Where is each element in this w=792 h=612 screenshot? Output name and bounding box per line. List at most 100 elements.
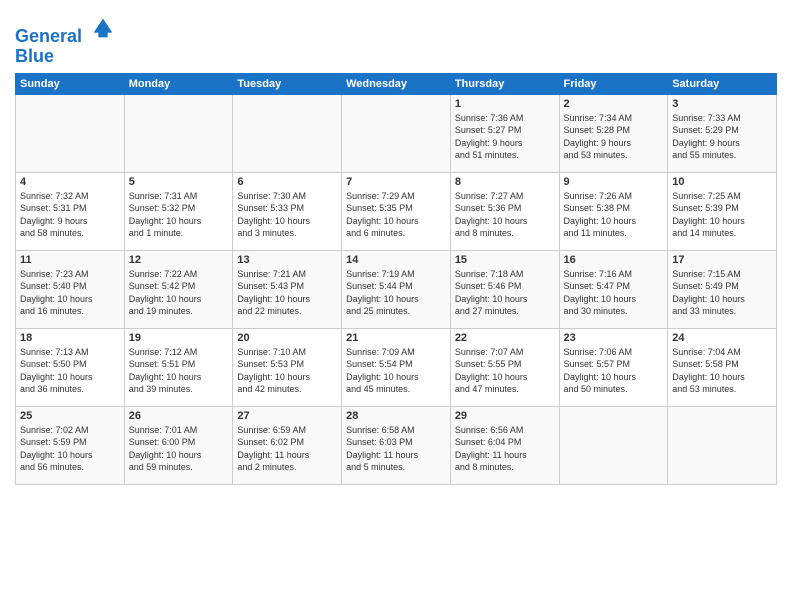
calendar-week-row: 1Sunrise: 7:36 AM Sunset: 5:27 PM Daylig… — [16, 94, 777, 172]
day-number: 8 — [455, 176, 555, 188]
day-number: 25 — [20, 410, 120, 422]
calendar-cell — [233, 94, 342, 172]
calendar-cell: 22 Sunrise: 7:07 AM Sunset: 5:55 PM Dayli… — [450, 328, 559, 406]
calendar-cell: 23 Sunrise: 7:06 AM Sunset: 5:57 PM Dayli… — [559, 328, 668, 406]
calendar-cell — [16, 94, 125, 172]
day-info: Sunrise: 7:02 AM Sunset: 5:59 PM Dayligh… — [20, 424, 120, 474]
calendar-cell: 29Sunrise: 6:56 AM Sunset: 6:04 PM Dayli… — [450, 406, 559, 484]
day-number: 5 — [129, 176, 229, 188]
day-number: 17 — [672, 254, 772, 266]
calendar-cell: 1Sunrise: 7:36 AM Sunset: 5:27 PM Daylig… — [450, 94, 559, 172]
day-info: Sunrise: 6:59 AM Sunset: 6:02 PM Dayligh… — [237, 424, 337, 474]
calendar-cell: 8 Sunrise: 7:27 AM Sunset: 5:36 PM Daylig… — [450, 172, 559, 250]
calendar-week-row: 18Sunrise: 7:13 AM Sunset: 5:50 PM Dayli… — [16, 328, 777, 406]
calendar-cell: 28 Sunrise: 6:58 AM Sunset: 6:03 PM Dayli… — [342, 406, 451, 484]
day-number: 24 — [672, 332, 772, 344]
calendar-cell: 9 Sunrise: 7:26 AM Sunset: 5:38 PM Daylig… — [559, 172, 668, 250]
calendar-cell: 20 Sunrise: 7:10 AM Sunset: 5:53 PM Dayli… — [233, 328, 342, 406]
day-info: Sunrise: 7:32 AM Sunset: 5:31 PM Dayligh… — [20, 190, 120, 240]
day-info: Sunrise: 7:01 AM Sunset: 6:00 PM Dayligh… — [129, 424, 229, 474]
day-number: 19 — [129, 332, 229, 344]
logo-text: General — [15, 14, 117, 47]
day-info: Sunrise: 7:23 AM Sunset: 5:40 PM Dayligh… — [20, 268, 120, 318]
weekday-header: Monday — [124, 73, 233, 94]
day-info: Sunrise: 7:34 AM Sunset: 5:28 PM Dayligh… — [564, 112, 664, 162]
calendar-cell: 16 Sunrise: 7:16 AM Sunset: 5:47 PM Dayli… — [559, 250, 668, 328]
day-info: Sunrise: 7:15 AM Sunset: 5:49 PM Dayligh… — [672, 268, 772, 318]
day-info: Sunrise: 7:26 AM Sunset: 5:38 PM Dayligh… — [564, 190, 664, 240]
day-number: 6 — [237, 176, 337, 188]
day-number: 15 — [455, 254, 555, 266]
day-number: 14 — [346, 254, 446, 266]
day-info: Sunrise: 7:16 AM Sunset: 5:47 PM Dayligh… — [564, 268, 664, 318]
calendar-cell: 11 Sunrise: 7:23 AM Sunset: 5:40 PM Dayli… — [16, 250, 125, 328]
calendar-table: SundayMondayTuesdayWednesdayThursdayFrid… — [15, 73, 777, 485]
calendar-cell — [668, 406, 777, 484]
day-info: Sunrise: 7:09 AM Sunset: 5:54 PM Dayligh… — [346, 346, 446, 396]
day-info: Sunrise: 7:21 AM Sunset: 5:43 PM Dayligh… — [237, 268, 337, 318]
day-number: 20 — [237, 332, 337, 344]
day-info: Sunrise: 7:10 AM Sunset: 5:53 PM Dayligh… — [237, 346, 337, 396]
day-number: 27 — [237, 410, 337, 422]
day-number: 9 — [564, 176, 664, 188]
day-info: Sunrise: 7:18 AM Sunset: 5:46 PM Dayligh… — [455, 268, 555, 318]
day-info: Sunrise: 6:58 AM Sunset: 6:03 PM Dayligh… — [346, 424, 446, 474]
calendar-week-row: 25 Sunrise: 7:02 AM Sunset: 5:59 PM Dayli… — [16, 406, 777, 484]
calendar-cell: 25 Sunrise: 7:02 AM Sunset: 5:59 PM Dayli… — [16, 406, 125, 484]
day-number: 12 — [129, 254, 229, 266]
day-number: 28 — [346, 410, 446, 422]
day-number: 11 — [20, 254, 120, 266]
calendar-cell: 24 Sunrise: 7:04 AM Sunset: 5:58 PM Dayli… — [668, 328, 777, 406]
day-number: 29 — [455, 410, 555, 422]
calendar-cell — [124, 94, 233, 172]
weekday-header: Friday — [559, 73, 668, 94]
calendar-week-row: 11 Sunrise: 7:23 AM Sunset: 5:40 PM Dayli… — [16, 250, 777, 328]
day-info: Sunrise: 7:12 AM Sunset: 5:51 PM Dayligh… — [129, 346, 229, 396]
calendar-cell: 14 Sunrise: 7:19 AM Sunset: 5:44 PM Dayli… — [342, 250, 451, 328]
logo-general: General — [15, 26, 82, 46]
day-number: 26 — [129, 410, 229, 422]
day-number: 1 — [455, 98, 555, 110]
logo-icon — [89, 14, 117, 42]
calendar-cell: 17 Sunrise: 7:15 AM Sunset: 5:49 PM Dayli… — [668, 250, 777, 328]
day-info: Sunrise: 7:19 AM Sunset: 5:44 PM Dayligh… — [346, 268, 446, 318]
day-number: 16 — [564, 254, 664, 266]
calendar-header: SundayMondayTuesdayWednesdayThursdayFrid… — [16, 73, 777, 94]
day-info: Sunrise: 7:33 AM Sunset: 5:29 PM Dayligh… — [672, 112, 772, 162]
day-info: Sunrise: 7:25 AM Sunset: 5:39 PM Dayligh… — [672, 190, 772, 240]
page-container: General Blue SundayMondayTuesdayWednesda… — [0, 0, 792, 490]
day-number: 10 — [672, 176, 772, 188]
day-info: Sunrise: 7:29 AM Sunset: 5:35 PM Dayligh… — [346, 190, 446, 240]
weekday-header: Wednesday — [342, 73, 451, 94]
calendar-cell: 6 Sunrise: 7:30 AM Sunset: 5:33 PM Daylig… — [233, 172, 342, 250]
calendar-cell: 7 Sunrise: 7:29 AM Sunset: 5:35 PM Daylig… — [342, 172, 451, 250]
day-number: 7 — [346, 176, 446, 188]
day-info: Sunrise: 7:06 AM Sunset: 5:57 PM Dayligh… — [564, 346, 664, 396]
calendar-cell — [559, 406, 668, 484]
weekday-header: Sunday — [16, 73, 125, 94]
calendar-body: 1Sunrise: 7:36 AM Sunset: 5:27 PM Daylig… — [16, 94, 777, 484]
calendar-cell — [342, 94, 451, 172]
day-info: Sunrise: 7:04 AM Sunset: 5:58 PM Dayligh… — [672, 346, 772, 396]
calendar-cell: 12 Sunrise: 7:22 AM Sunset: 5:42 PM Dayli… — [124, 250, 233, 328]
calendar-cell: 5 Sunrise: 7:31 AM Sunset: 5:32 PM Daylig… — [124, 172, 233, 250]
header-row: SundayMondayTuesdayWednesdayThursdayFrid… — [16, 73, 777, 94]
day-number: 13 — [237, 254, 337, 266]
calendar-cell: 4Sunrise: 7:32 AM Sunset: 5:31 PM Daylig… — [16, 172, 125, 250]
day-number: 2 — [564, 98, 664, 110]
day-info: Sunrise: 7:07 AM Sunset: 5:55 PM Dayligh… — [455, 346, 555, 396]
day-info: Sunrise: 7:22 AM Sunset: 5:42 PM Dayligh… — [129, 268, 229, 318]
day-number: 21 — [346, 332, 446, 344]
calendar-cell: 3Sunrise: 7:33 AM Sunset: 5:29 PM Daylig… — [668, 94, 777, 172]
weekday-header: Thursday — [450, 73, 559, 94]
day-number: 23 — [564, 332, 664, 344]
day-info: Sunrise: 7:27 AM Sunset: 5:36 PM Dayligh… — [455, 190, 555, 240]
day-info: Sunrise: 7:31 AM Sunset: 5:32 PM Dayligh… — [129, 190, 229, 240]
day-number: 22 — [455, 332, 555, 344]
header: General Blue — [15, 10, 777, 67]
logo-blue: Blue — [15, 47, 117, 67]
day-info: Sunrise: 7:30 AM Sunset: 5:33 PM Dayligh… — [237, 190, 337, 240]
calendar-cell: 21 Sunrise: 7:09 AM Sunset: 5:54 PM Dayli… — [342, 328, 451, 406]
weekday-header: Tuesday — [233, 73, 342, 94]
calendar-cell: 26 Sunrise: 7:01 AM Sunset: 6:00 PM Dayli… — [124, 406, 233, 484]
